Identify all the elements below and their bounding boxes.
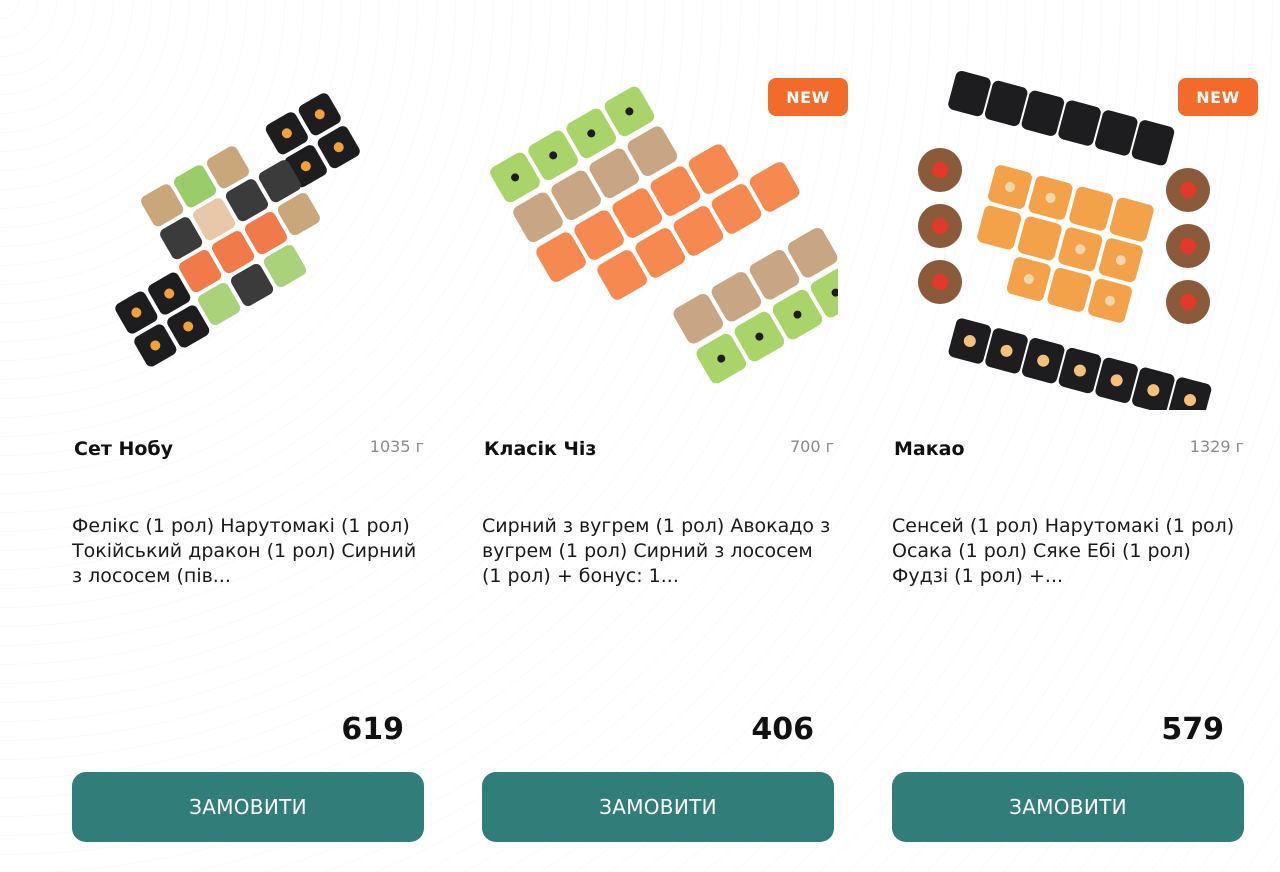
product-price: 619 (341, 712, 404, 747)
order-button[interactable]: ЗАМОВИТИ (72, 772, 424, 842)
sushi-set-image (490, 86, 838, 384)
product-card: NEW Макао 1329 г Сенсей (1 рол) Нарутома… (888, 0, 1258, 872)
product-title[interactable]: Сет Нобу (74, 438, 173, 460)
product-title[interactable]: Макао (894, 438, 965, 460)
product-price: 579 (1161, 712, 1224, 747)
product-title[interactable]: Класік Чіз (484, 438, 596, 460)
product-weight: 1329 г (1189, 437, 1244, 456)
product-grid: Сет Нобу 1035 г Фелікс (1 рол) Нарутомак… (0, 0, 1280, 872)
new-badge: NEW (1178, 78, 1258, 116)
sushi-set-image (918, 70, 1212, 410)
order-button[interactable]: ЗАМОВИТИ (482, 772, 834, 842)
new-badge: NEW (768, 78, 848, 116)
sushi-set-image (115, 93, 360, 367)
product-description: Фелікс (1 рол) Нарутомакі (1 рол) Токійс… (72, 515, 417, 587)
product-card: Сет Нобу 1035 г Фелікс (1 рол) Нарутомак… (68, 0, 428, 872)
product-price: 406 (751, 712, 814, 747)
product-description: Сенсей (1 рол) Нарутомакі (1 рол) Осака … (892, 515, 1235, 587)
product-card: NEW Класік Чіз 700 г Сирний з вугрем (1 … (478, 0, 848, 872)
order-button[interactable]: ЗАМОВИТИ (892, 772, 1244, 842)
product-weight: 700 г (789, 437, 834, 456)
product-image[interactable] (888, 70, 1248, 410)
product-description: Сирний з вугрем (1 рол) Авокадо з вугрем… (482, 515, 831, 587)
product-image[interactable] (478, 70, 838, 410)
product-image[interactable] (68, 70, 428, 410)
product-weight: 1035 г (369, 437, 424, 456)
